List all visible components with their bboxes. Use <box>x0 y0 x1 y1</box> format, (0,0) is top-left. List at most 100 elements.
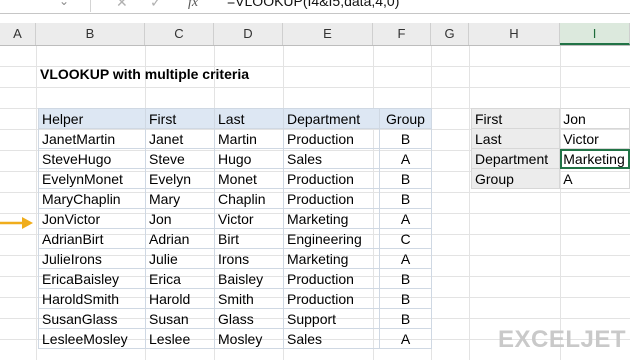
cell-department[interactable]: Sales <box>283 148 380 169</box>
lookup-label-first[interactable]: First <box>470 108 561 129</box>
cell-department[interactable]: Sales <box>283 328 380 349</box>
column-header-b[interactable]: B <box>36 23 145 45</box>
lookup-value-first[interactable]: Jon <box>559 108 630 129</box>
grid-line <box>560 46 561 360</box>
grid-line <box>0 87 630 88</box>
cell-first[interactable]: Erica <box>145 268 215 289</box>
exceljet-logo: EXCELJET <box>498 326 627 353</box>
cell-last[interactable]: Mosley <box>214 328 284 349</box>
cell-group[interactable]: A <box>379 248 432 269</box>
cell-group[interactable]: A <box>379 328 432 349</box>
lookup-row: Last Victor <box>470 128 630 149</box>
cell-helper[interactable]: SteveHugo <box>38 148 146 169</box>
cell-last[interactable]: Smith <box>214 288 284 309</box>
cell-department[interactable]: Marketing <box>283 248 380 269</box>
cell-last[interactable]: Glass <box>214 308 284 329</box>
cell-group[interactable]: A <box>379 148 432 169</box>
lookup-label-department[interactable]: Department <box>470 148 561 169</box>
cell-helper[interactable]: JulieIrons <box>38 248 146 269</box>
cell-first[interactable]: Adrian <box>145 228 215 249</box>
cell-last[interactable]: Martin <box>214 128 284 149</box>
cell-helper[interactable]: AdrianBirt <box>38 228 146 249</box>
cell-department[interactable]: Marketing <box>283 208 380 229</box>
enter-icon[interactable]: ✓ <box>150 0 162 11</box>
header-group[interactable]: Group <box>379 108 432 129</box>
cell-first[interactable]: Evelyn <box>145 168 215 189</box>
cell-group[interactable]: B <box>379 288 432 309</box>
table-row: LesleeMosley Leslee Mosley Sales A <box>38 328 432 349</box>
insert-function-button[interactable]: fx <box>188 0 198 11</box>
table-row: EvelynMonet Evelyn Monet Production B <box>38 168 432 189</box>
cell-helper[interactable]: EricaBaisley <box>38 268 146 289</box>
lookup-label-group[interactable]: Group <box>470 168 561 189</box>
table-row: JanetMartin Janet Martin Production B <box>38 128 432 149</box>
column-header-i[interactable]: I <box>560 23 630 45</box>
column-header-g[interactable]: G <box>431 23 469 45</box>
header-helper[interactable]: Helper <box>38 108 146 129</box>
cell-helper[interactable]: JanetMartin <box>38 128 146 149</box>
cell-last[interactable]: Monet <box>214 168 284 189</box>
cell-first[interactable]: Mary <box>145 188 215 209</box>
cell-group[interactable]: B <box>379 188 432 209</box>
sheet-title[interactable]: VLOOKUP with multiple criteria <box>40 66 249 82</box>
column-header-d[interactable]: D <box>214 23 283 45</box>
cell-first[interactable]: Janet <box>145 128 215 149</box>
lookup-row: First Jon <box>470 108 630 129</box>
cell-first[interactable]: Julie <box>145 248 215 269</box>
cell-first[interactable]: Harold <box>145 288 215 309</box>
cell-group[interactable]: B <box>379 128 432 149</box>
cell-last[interactable]: Chaplin <box>214 188 284 209</box>
table-row: JulieIrons Julie Irons Marketing A <box>38 248 432 269</box>
cell-last[interactable]: Victor <box>214 208 284 229</box>
cell-helper[interactable]: MaryChaplin <box>38 188 146 209</box>
cell-helper[interactable]: EvelynMonet <box>38 168 146 189</box>
cell-group[interactable]: B <box>379 308 432 329</box>
table-header-row: Helper First Last Department Group <box>38 108 432 129</box>
column-header-c[interactable]: C <box>145 23 214 45</box>
lookup-value-last[interactable]: Victor <box>559 128 630 149</box>
lookup-value-department-selected[interactable]: Marketing <box>559 148 630 169</box>
header-last[interactable]: Last <box>214 108 284 129</box>
cell-department[interactable]: Engineering <box>283 228 380 249</box>
cell-last[interactable]: Baisley <box>214 268 284 289</box>
cell-group[interactable]: C <box>379 228 432 249</box>
cell-department[interactable]: Production <box>283 168 380 189</box>
cell-helper[interactable]: HaroldSmith <box>38 288 146 309</box>
column-header-f[interactable]: F <box>373 23 431 45</box>
data-table: Helper First Last Department Group Janet… <box>38 108 432 349</box>
cell-department[interactable]: Support <box>283 308 380 329</box>
cell-group[interactable]: B <box>379 268 432 289</box>
header-first[interactable]: First <box>145 108 215 129</box>
cell-helper[interactable]: JonVictor <box>38 208 146 229</box>
cell-group[interactable]: B <box>379 168 432 189</box>
cell-first[interactable]: Steve <box>145 148 215 169</box>
cancel-icon[interactable]: ✕ <box>116 0 128 11</box>
formula-bar-separator <box>90 0 91 12</box>
cell-group[interactable]: A <box>379 208 432 229</box>
table-row: SusanGlass Susan Glass Support B <box>38 308 432 329</box>
cell-department[interactable]: Production <box>283 188 380 209</box>
cell-last[interactable]: Hugo <box>214 148 284 169</box>
cell-first[interactable]: Susan <box>145 308 215 329</box>
cell-department[interactable]: Production <box>283 288 380 309</box>
lookup-value-group[interactable]: A <box>559 168 630 189</box>
cell-first[interactable]: Leslee <box>145 328 215 349</box>
table-row: AdrianBirt Adrian Birt Engineering C <box>38 228 432 249</box>
column-header-a[interactable]: A <box>0 23 36 45</box>
grid-line <box>36 46 37 360</box>
cell-department[interactable]: Production <box>283 268 380 289</box>
name-box-dropdown-icon[interactable]: ⌄ <box>59 0 69 8</box>
formula-input[interactable]: =VLOOKUP(I4&I5,data,4,0) <box>227 0 399 9</box>
column-header-h[interactable]: H <box>469 23 560 45</box>
cell-helper[interactable]: LesleeMosley <box>38 328 146 349</box>
column-header-e[interactable]: E <box>283 23 373 45</box>
cell-last[interactable]: Irons <box>214 248 284 269</box>
cell-department[interactable]: Production <box>283 128 380 149</box>
cell-last[interactable]: Birt <box>214 228 284 249</box>
table-row: MaryChaplin Mary Chaplin Production B <box>38 188 432 209</box>
cell-first[interactable]: Jon <box>145 208 215 229</box>
cell-helper[interactable]: SusanGlass <box>38 308 146 329</box>
arrow-right-icon <box>0 217 33 229</box>
header-department[interactable]: Department <box>283 108 380 129</box>
lookup-label-last[interactable]: Last <box>470 128 561 149</box>
